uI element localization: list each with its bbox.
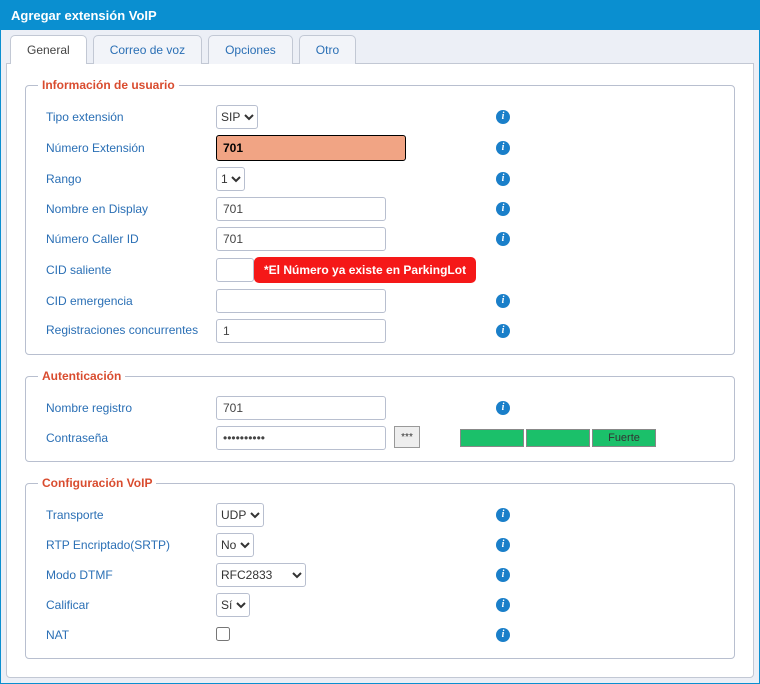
label-transport: Transporte	[46, 508, 216, 522]
input-concurrent-reg[interactable]	[216, 319, 386, 343]
label-srtp: RTP Encriptado(SRTP)	[46, 538, 216, 552]
info-icon[interactable]: i	[496, 568, 510, 582]
info-icon[interactable]: i	[496, 598, 510, 612]
input-caller-id-number[interactable]	[216, 227, 386, 251]
strength-seg-1	[460, 429, 524, 447]
row-nat: NAT i	[38, 620, 722, 650]
select-dtmf[interactable]: RFC2833	[216, 563, 306, 587]
label-ext-type: Tipo extensión	[46, 110, 216, 124]
fieldset-user-info: Información de usuario Tipo extensión SI…	[25, 78, 735, 355]
row-outbound-cid: CID saliente *El Número ya existe en Par…	[38, 254, 722, 286]
legend-auth: Autenticación	[38, 369, 125, 383]
legend-user-info: Información de usuario	[38, 78, 179, 92]
row-ext-type: Tipo extensión SIP i	[38, 102, 722, 132]
select-srtp[interactable]: No	[216, 533, 254, 557]
label-display-name: Nombre en Display	[46, 202, 216, 216]
fieldset-voip: Configuración VoIP Transporte UDP i RTP …	[25, 476, 735, 659]
select-transport[interactable]: UDP	[216, 503, 264, 527]
strength-seg-3: Fuerte	[592, 429, 656, 447]
row-password: Contraseña *** Fuerte	[38, 423, 722, 453]
input-reg-name[interactable]	[216, 396, 386, 420]
row-range: Rango 1 i	[38, 164, 722, 194]
info-icon[interactable]: i	[496, 401, 510, 415]
info-icon[interactable]: i	[496, 294, 510, 308]
input-password[interactable]	[216, 426, 386, 450]
select-ext-type[interactable]: SIP	[216, 105, 258, 129]
row-concurrent-reg: Registraciones concurrentes i	[38, 316, 722, 346]
strength-seg-2	[526, 429, 590, 447]
label-qualify: Calificar	[46, 598, 216, 612]
label-caller-id-number: Número Caller ID	[46, 232, 216, 246]
row-transport: Transporte UDP i	[38, 500, 722, 530]
info-icon[interactable]: i	[496, 141, 510, 155]
info-icon[interactable]: i	[496, 110, 510, 124]
checkbox-nat[interactable]	[216, 627, 230, 641]
label-emergency-cid: CID emergencia	[46, 294, 216, 308]
select-range[interactable]: 1	[216, 167, 245, 191]
row-caller-id-number: Número Caller ID i	[38, 224, 722, 254]
info-icon[interactable]: i	[496, 172, 510, 186]
tab-bar: General Correo de voz Opciones Otro	[6, 35, 754, 64]
row-srtp: RTP Encriptado(SRTP) No i	[38, 530, 722, 560]
password-strength-meter: Fuerte	[460, 429, 656, 447]
row-dtmf: Modo DTMF RFC2833 i	[38, 560, 722, 590]
tab-options[interactable]: Opciones	[208, 35, 293, 64]
label-nat: NAT	[46, 628, 216, 642]
select-qualify[interactable]: Sí	[216, 593, 250, 617]
panel-title: Agregar extensión VoIP	[1, 1, 759, 30]
legend-voip: Configuración VoIP	[38, 476, 156, 490]
row-emergency-cid: CID emergencia i	[38, 286, 722, 316]
row-display-name: Nombre en Display i	[38, 194, 722, 224]
fieldset-auth: Autenticación Nombre registro i Contrase…	[25, 369, 735, 462]
input-ext-number[interactable]	[216, 135, 406, 161]
input-outbound-cid[interactable]	[216, 258, 254, 282]
tab-content: Información de usuario Tipo extensión SI…	[6, 63, 754, 678]
voip-extension-panel: Agregar extensión VoIP General Correo de…	[0, 0, 760, 684]
toggle-password-button[interactable]: ***	[394, 426, 420, 448]
tab-voicemail[interactable]: Correo de voz	[93, 35, 202, 64]
label-outbound-cid: CID saliente	[46, 263, 216, 277]
info-icon[interactable]: i	[496, 232, 510, 246]
row-ext-number: Número Extensión i	[38, 132, 722, 164]
panel-body: General Correo de voz Opciones Otro Info…	[1, 30, 759, 683]
info-icon[interactable]: i	[496, 628, 510, 642]
tab-other[interactable]: Otro	[299, 35, 356, 64]
info-icon[interactable]: i	[496, 508, 510, 522]
input-display-name[interactable]	[216, 197, 386, 221]
info-icon[interactable]: i	[496, 324, 510, 338]
tab-general[interactable]: General	[10, 35, 87, 64]
info-icon[interactable]: i	[496, 202, 510, 216]
row-reg-name: Nombre registro i	[38, 393, 722, 423]
label-password: Contraseña	[46, 431, 216, 445]
label-dtmf: Modo DTMF	[46, 568, 216, 582]
row-qualify: Calificar Sí i	[38, 590, 722, 620]
label-concurrent-reg: Registraciones concurrentes	[46, 323, 216, 339]
label-range: Rango	[46, 172, 216, 186]
label-ext-number: Número Extensión	[46, 141, 216, 155]
label-reg-name: Nombre registro	[46, 401, 216, 415]
input-emergency-cid[interactable]	[216, 289, 386, 313]
info-icon[interactable]: i	[496, 538, 510, 552]
error-badge-outbound-cid: *El Número ya existe en ParkingLot	[254, 257, 476, 283]
